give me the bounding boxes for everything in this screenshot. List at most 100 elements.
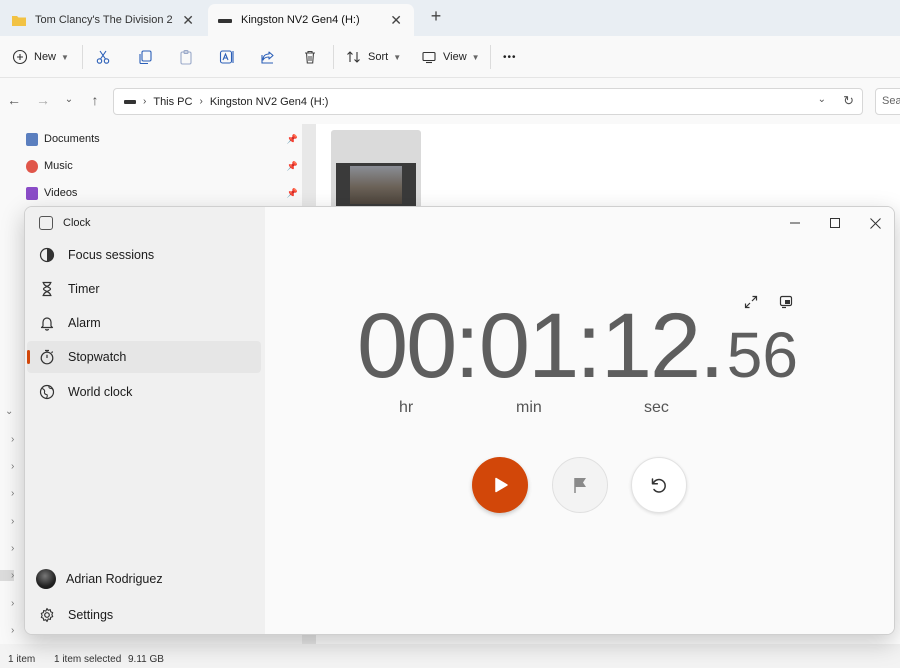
new-tab-button[interactable]: + xyxy=(428,6,444,27)
sidebar-item-alarm[interactable]: Alarm xyxy=(27,307,261,339)
user-account-button[interactable]: Adrian Rodriguez xyxy=(27,563,261,595)
nav-label: Music xyxy=(44,160,73,172)
drive-icon xyxy=(124,99,136,104)
decimal-point: . xyxy=(699,295,725,397)
flag-icon xyxy=(574,478,586,493)
app-title: Clock xyxy=(63,217,91,229)
chevron-right-icon[interactable]: › xyxy=(11,488,14,499)
nav-item-documents[interactable]: Documents 📌 xyxy=(26,129,302,149)
chevron-right-icon[interactable]: › xyxy=(11,598,14,609)
cut-button[interactable] xyxy=(95,46,111,68)
item-count: 1 item xyxy=(8,654,36,665)
avatar xyxy=(36,569,56,589)
clipboard-icon xyxy=(180,49,192,65)
copy-button[interactable] xyxy=(137,46,153,68)
paste-button[interactable] xyxy=(178,46,194,68)
tab-division2[interactable]: Tom Clancy's The Division 2 ✕ xyxy=(2,4,206,36)
film-strip xyxy=(336,163,416,207)
close-icon[interactable] xyxy=(864,212,886,234)
clock-app-window: Clock Focus sessions Timer Alarm Stopwat… xyxy=(24,206,895,635)
start-button[interactable] xyxy=(472,457,528,513)
refresh-icon[interactable]: ↻ xyxy=(843,93,854,109)
command-bar: New ▼ Sort ▼ View ▼ ••• xyxy=(0,36,900,78)
video-file-thumbnail[interactable] xyxy=(331,130,421,210)
chevron-down-icon[interactable]: ⌄ xyxy=(5,406,13,417)
selection-size: 9.11 GB xyxy=(128,654,164,665)
forward-arrow-icon[interactable]: → xyxy=(35,92,51,108)
view-label: View xyxy=(443,51,467,63)
minutes-value: 01 xyxy=(478,295,579,397)
plus-circle-icon xyxy=(12,49,28,65)
time-separator: : xyxy=(454,295,480,397)
chevron-down-icon: ▼ xyxy=(61,52,69,62)
drive-icon xyxy=(218,18,232,23)
chevron-right-icon[interactable]: › xyxy=(11,516,14,527)
minimize-icon[interactable] xyxy=(784,212,806,234)
sidebar-item-stopwatch[interactable]: Stopwatch xyxy=(27,341,261,373)
chevron-down-icon[interactable]: ⌄ xyxy=(818,94,826,105)
video-frame-image xyxy=(350,166,402,204)
back-arrow-icon[interactable]: ← xyxy=(6,92,22,108)
maximize-icon[interactable] xyxy=(824,212,846,234)
videos-icon xyxy=(26,186,38,200)
chevron-right-icon: › xyxy=(199,96,203,107)
nav-label: Videos xyxy=(44,187,78,199)
chevron-right-icon[interactable]: › xyxy=(11,461,14,472)
chevron-right-icon[interactable]: › xyxy=(11,434,14,445)
stopwatch-panel: 00 : 01 : 12 . 56 hr min sec xyxy=(265,207,894,634)
up-arrow-icon[interactable]: ↑ xyxy=(87,92,103,108)
tab-label: Tom Clancy's The Division 2 xyxy=(35,14,173,26)
selection-count: 1 item selected xyxy=(54,654,122,665)
nav-item-music[interactable]: Music 📌 xyxy=(26,156,302,176)
chevron-right-icon[interactable]: › xyxy=(0,570,14,581)
tab-close-icon[interactable]: ✕ xyxy=(390,12,402,29)
recent-chevron-icon[interactable]: ⌄ xyxy=(61,92,77,108)
new-button[interactable]: New ▼ xyxy=(12,46,69,68)
clock-sidebar: Clock Focus sessions Timer Alarm Stopwat… xyxy=(25,207,265,634)
clock-app-icon xyxy=(39,216,53,230)
delete-button[interactable] xyxy=(302,46,318,68)
tab-kingston[interactable]: Kingston NV2 Gen4 (H:) ✕ xyxy=(208,4,414,36)
globe-icon xyxy=(39,384,55,400)
unit-min: min xyxy=(516,399,542,416)
sidebar-item-world-clock[interactable]: World clock xyxy=(27,376,261,408)
breadcrumb-drive[interactable]: Kingston NV2 Gen4 (H:) xyxy=(210,96,329,108)
sort-icon xyxy=(347,51,360,63)
sidebar-item-label: Focus sessions xyxy=(68,248,155,262)
reset-button[interactable] xyxy=(631,457,687,513)
sidebar-item-label: Timer xyxy=(68,282,100,296)
focus-icon xyxy=(39,247,55,263)
hundredths-value: 56 xyxy=(726,319,798,391)
trash-icon xyxy=(305,50,315,64)
status-bar: 1 item 1 item selected 9.11 GB xyxy=(0,646,900,668)
sidebar-item-timer[interactable]: Timer xyxy=(27,273,261,305)
nav-item-videos[interactable]: Videos 📌 xyxy=(26,183,302,203)
address-bar-row: ← → ⌄ ↑ › This PC › Kingston NV2 Gen4 (H… xyxy=(0,78,900,124)
more-button[interactable]: ••• xyxy=(503,46,517,68)
chevron-right-icon[interactable]: › xyxy=(11,625,14,636)
sidebar-item-focus-sessions[interactable]: Focus sessions xyxy=(27,239,261,271)
breadcrumb-this-pc[interactable]: This PC xyxy=(153,96,192,108)
pin-icon: 📌 xyxy=(286,187,298,198)
documents-icon xyxy=(26,132,38,146)
settings-button[interactable]: Settings xyxy=(27,599,261,631)
view-button[interactable]: View ▼ xyxy=(421,46,480,68)
sidebar-item-label: Stopwatch xyxy=(68,350,127,364)
tab-close-icon[interactable]: ✕ xyxy=(182,12,194,29)
pin-icon: 📌 xyxy=(286,133,298,144)
share-button[interactable] xyxy=(260,46,276,68)
hourglass-icon xyxy=(39,281,55,297)
stopwatch-readout: 00 : 01 : 12 . 56 xyxy=(357,299,798,393)
new-label: New xyxy=(34,51,57,63)
copy-icon xyxy=(139,50,152,65)
seconds-value: 12 xyxy=(600,295,701,397)
search-input[interactable]: Sear xyxy=(875,88,900,115)
sort-label: Sort xyxy=(368,51,389,63)
chevron-right-icon[interactable]: › xyxy=(11,543,14,554)
address-field[interactable]: › This PC › Kingston NV2 Gen4 (H:) ⌄ ↻ xyxy=(113,88,863,115)
reset-icon xyxy=(651,478,666,493)
rename-button[interactable] xyxy=(219,46,235,68)
lap-button[interactable] xyxy=(552,457,608,513)
settings-label: Settings xyxy=(68,608,114,622)
sort-button[interactable]: Sort ▼ xyxy=(346,46,401,68)
